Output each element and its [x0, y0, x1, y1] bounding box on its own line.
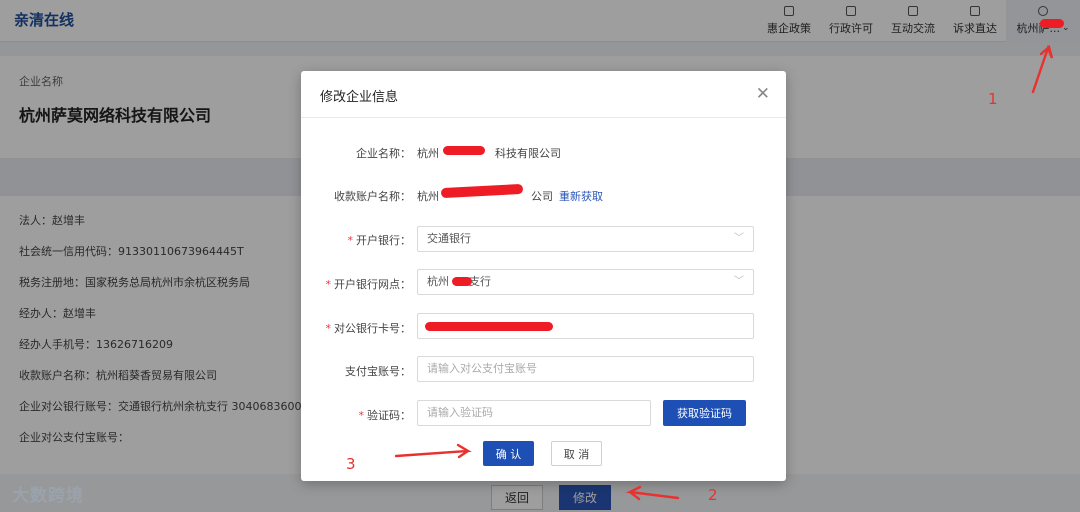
- alipay-field-label: 支付宝账号：: [345, 365, 411, 378]
- redaction-mark: [443, 146, 485, 155]
- cancel-button[interactable]: 取 消: [551, 441, 602, 466]
- refresh-link[interactable]: 重新获取: [559, 190, 603, 203]
- close-icon[interactable]: ✕: [756, 84, 770, 104]
- chevron-down-icon: ﹀: [734, 276, 744, 287]
- annotation-step-1: 1: [988, 90, 998, 108]
- redaction-mark: [425, 322, 553, 331]
- annotation-step-2: 2: [708, 486, 718, 504]
- annotation-step-3: 3: [346, 455, 356, 473]
- bank-select[interactable]: 交通银行 ﹀: [417, 226, 754, 252]
- account-name-field-label: 收款账户名称：: [334, 190, 411, 203]
- redaction-mark: [1040, 19, 1064, 28]
- bank-field-label: * 开户银行：: [347, 234, 412, 247]
- modal-divider: [301, 117, 786, 118]
- get-code-button[interactable]: 获取验证码: [663, 400, 746, 426]
- confirm-button[interactable]: 确 认: [483, 441, 534, 466]
- chevron-down-icon: ﹀: [734, 233, 744, 244]
- branch-field-label: * 开户银行网点：: [325, 278, 412, 291]
- card-field-label: * 对公银行卡号：: [325, 322, 412, 335]
- code-field-label: * 验证码：: [358, 409, 412, 422]
- company-name-field-label: 企业名称：: [356, 147, 411, 160]
- alipay-input[interactable]: 请输入对公支付宝账号: [417, 356, 754, 382]
- watermark: 大数跨境: [12, 486, 84, 506]
- code-input[interactable]: 请输入验证码: [417, 400, 651, 426]
- edit-company-modal: 修改企业信息 ✕ 企业名称： 杭州 科技有限公司 收款账户名称： 杭州 公司 重新获取…: [301, 71, 786, 481]
- redaction-mark: [452, 277, 472, 286]
- modal-title: 修改企业信息: [320, 90, 399, 105]
- company-name-value: 杭州 科技有限公司: [417, 147, 561, 160]
